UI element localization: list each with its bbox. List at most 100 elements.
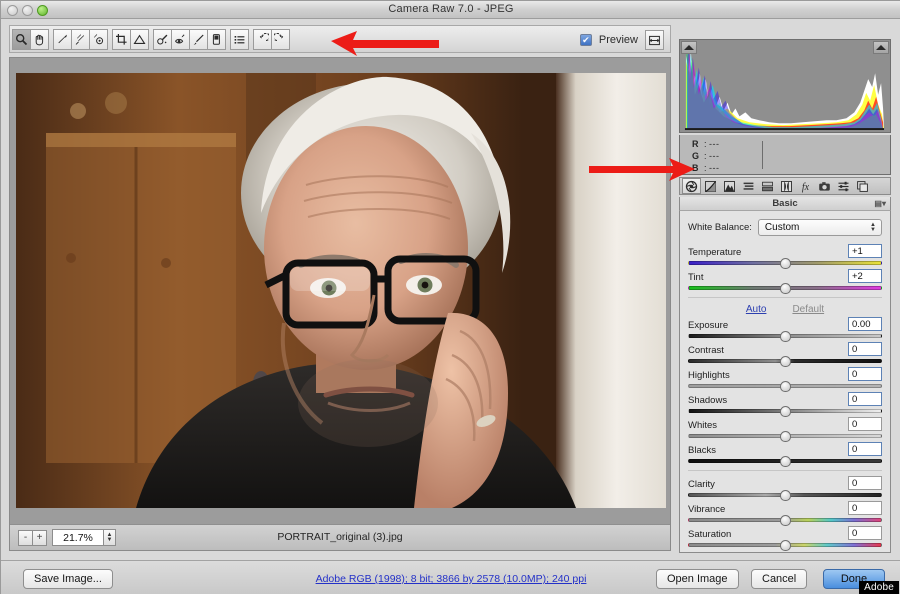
highlight-clipping-warning-button[interactable] (873, 41, 889, 54)
slider-saturation-track[interactable] (688, 540, 882, 551)
tab-presets[interactable] (834, 178, 853, 194)
slider-shadows-track[interactable] (688, 406, 882, 417)
slider-clarity-handle[interactable] (779, 490, 791, 501)
slider-tint-handle[interactable] (779, 283, 791, 294)
slider-blacks-track[interactable] (688, 456, 882, 467)
slider-highlights-value[interactable]: 0 (848, 367, 882, 381)
slider-vibrance-handle[interactable] (779, 515, 791, 526)
slider-blacks-handle[interactable] (779, 456, 791, 467)
crop-tool[interactable] (112, 29, 131, 50)
slider-highlights-track[interactable] (688, 381, 882, 392)
slider-highlights-handle[interactable] (779, 381, 791, 392)
rgb-value-g: --- (709, 151, 720, 161)
slider-highlights[interactable]: Highlights 0 (688, 367, 882, 392)
hand-tool[interactable] (30, 29, 49, 50)
panel-menu-icon[interactable]: ▤▾ (874, 200, 886, 208)
panel-divider (688, 470, 882, 471)
targeted-adjustment-tool[interactable] (89, 29, 108, 50)
slider-exposure-handle[interactable] (779, 331, 791, 342)
slider-shadows-label: Shadows (688, 395, 728, 406)
slider-whites[interactable]: Whites 0 (688, 417, 882, 442)
slider-whites-value[interactable]: 0 (848, 417, 882, 431)
auto-link[interactable]: Auto (746, 304, 767, 315)
slider-contrast-value[interactable]: 0 (848, 342, 882, 356)
default-link[interactable]: Default (792, 304, 824, 315)
slider-tint-value[interactable]: +2 (848, 269, 882, 283)
slider-blacks-value[interactable]: 0 (848, 442, 882, 456)
tab-lens-corrections[interactable] (777, 178, 796, 194)
slider-contrast-track[interactable] (688, 356, 882, 367)
slider-vibrance[interactable]: Vibrance 0 (688, 501, 882, 526)
tab-effects[interactable]: fx (796, 178, 815, 194)
slider-saturation-handle[interactable] (779, 540, 791, 551)
slider-vibrance-label: Vibrance (688, 504, 726, 515)
basic-panel-body: White Balance: Custom ▲▼ Temperature +1 (679, 211, 891, 553)
image-canvas-area[interactable]: - + 21.7% ▲ ▼ PORTRAIT_original (3).jpg (9, 57, 671, 551)
slider-exposure[interactable]: Exposure 0.00 (688, 317, 882, 342)
preview-controls: Preview (579, 30, 664, 50)
adjustment-brush-tool[interactable] (189, 29, 208, 50)
tool-bar: Preview (9, 25, 671, 53)
main-body: Preview (1, 19, 900, 560)
rgb-label-g: G (692, 151, 700, 161)
slider-shadows[interactable]: Shadows 0 (688, 392, 882, 417)
slider-whites-track[interactable] (688, 431, 882, 442)
open-image-button[interactable]: Open Image (656, 569, 739, 589)
fullscreen-toggle-button[interactable] (645, 30, 664, 50)
slider-saturation[interactable]: Saturation 0 (688, 526, 882, 551)
slider-whites-handle[interactable] (779, 431, 791, 442)
slider-vibrance-track[interactable] (688, 515, 882, 526)
slider-temperature-handle[interactable] (779, 258, 791, 269)
slider-exposure-track[interactable] (688, 331, 882, 342)
image-preview[interactable] (16, 73, 666, 508)
straighten-tool[interactable] (130, 29, 149, 50)
clipping-warning-buttons (679, 39, 891, 55)
slider-clarity[interactable]: Clarity 0 (688, 476, 882, 501)
red-eye-removal-tool[interactable] (171, 29, 190, 50)
spot-removal-tool[interactable] (153, 29, 172, 50)
slider-saturation-value[interactable]: 0 (848, 526, 882, 540)
slider-clarity-label: Clarity (688, 479, 715, 490)
tab-camera-calibration[interactable] (815, 178, 834, 194)
slider-clarity-track[interactable] (688, 490, 882, 501)
slider-shadows-value[interactable]: 0 (848, 392, 882, 406)
rgb-row-r: R: --- (692, 139, 720, 149)
rotate-left-tool[interactable] (253, 29, 272, 50)
preview-label: Preview (598, 34, 638, 46)
slider-clarity-value[interactable]: 0 (848, 476, 882, 490)
slider-tint[interactable]: Tint +2 (688, 269, 882, 294)
rotate-right-tool[interactable] (271, 29, 290, 50)
slider-exposure-value[interactable]: 0.00 (848, 317, 882, 331)
slider-vibrance-value[interactable]: 0 (848, 501, 882, 515)
image-filename: PORTRAIT_original (3).jpg (277, 531, 403, 543)
tab-detail[interactable] (720, 178, 739, 194)
tab-split-toning[interactable] (758, 178, 777, 194)
white-balance-select[interactable]: Custom ▲ ▼ (757, 219, 882, 236)
zoom-tool[interactable] (12, 29, 31, 50)
color-sampler-tool[interactable] (71, 29, 90, 50)
footer-bar: Save Image... Adobe RGB (1998); 8 bit; 3… (1, 560, 900, 594)
graduated-filter-tool[interactable] (207, 29, 226, 50)
slider-temperature-value[interactable]: +1 (848, 244, 882, 258)
slider-shadows-handle[interactable] (779, 406, 791, 417)
slider-tint-track[interactable] (688, 283, 882, 294)
title-bar: Camera Raw 7.0 - JPEG (1, 1, 900, 19)
shadow-clipping-warning-button[interactable] (681, 41, 697, 54)
slider-blacks[interactable]: Blacks 0 (688, 442, 882, 467)
slider-contrast[interactable]: Contrast 0 (688, 342, 882, 367)
slider-tint-label: Tint (688, 272, 704, 283)
rgb-divider (762, 141, 763, 169)
slider-contrast-handle[interactable] (779, 356, 791, 367)
slider-blacks-label: Blacks (688, 445, 716, 456)
tab-snapshots[interactable] (853, 178, 872, 194)
rgb-readout: R: --- G: --- B: --- (679, 135, 891, 175)
white-balance-tool[interactable] (53, 29, 72, 50)
tab-basic[interactable] (682, 178, 701, 194)
tab-hsl-grayscale[interactable] (739, 178, 758, 194)
tab-tone-curve[interactable] (701, 178, 720, 194)
slider-temperature-track[interactable] (688, 258, 882, 269)
cancel-button[interactable]: Cancel (751, 569, 808, 589)
preset-list-tool[interactable] (230, 29, 249, 50)
slider-temperature[interactable]: Temperature +1 (688, 244, 882, 269)
preview-checkbox[interactable] (579, 34, 592, 46)
